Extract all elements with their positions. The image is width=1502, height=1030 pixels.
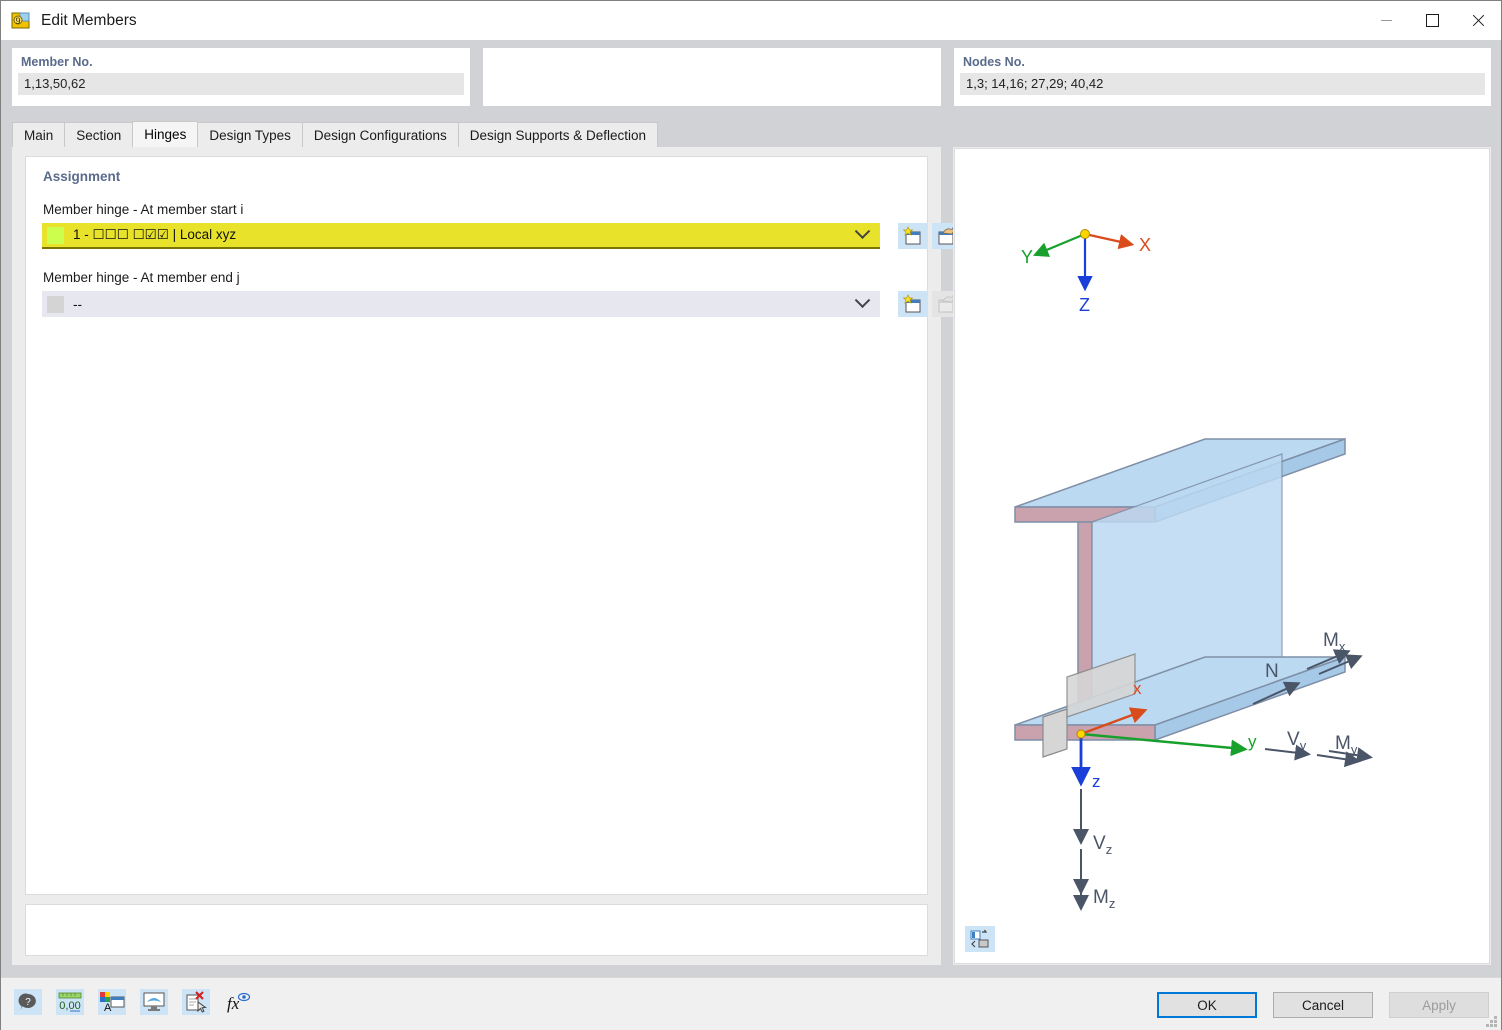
tab-design-types[interactable]: Design Types xyxy=(197,122,303,147)
member-hinge-end-combo[interactable]: -- xyxy=(42,291,880,317)
maximize-icon xyxy=(1425,14,1439,27)
maximize-button[interactable] xyxy=(1409,1,1455,40)
tab-design-configurations[interactable]: Design Configurations xyxy=(301,122,459,147)
svg-text:fx: fx xyxy=(227,994,240,1013)
hinge-end-color-swatch xyxy=(47,295,64,313)
member-hinge-start-combo[interactable]: 1 - ☐☐☐ ☐☑☑ | Local xyz xyxy=(42,222,880,249)
middle-label xyxy=(483,48,941,55)
tab-hinges[interactable]: Hinges xyxy=(132,121,199,147)
dialog-action-buttons: OK Cancel Apply xyxy=(1157,992,1489,1018)
window-controls xyxy=(1363,1,1501,40)
member-no-group: Member No. 1,13,50,62 xyxy=(12,48,470,106)
clear-selection-button[interactable] xyxy=(182,989,210,1015)
nodes-no-value[interactable]: 1,3; 14,16; 27,29; 40,42 xyxy=(960,73,1485,95)
member-hinge-start-label: Member hinge - At member start i xyxy=(43,202,244,217)
tab-strip: Main Section Hinges Design Types Design … xyxy=(12,121,659,147)
formula-button[interactable]: fx xyxy=(224,989,252,1015)
nodes-no-group: Nodes No. 1,3; 14,16; 27,29; 40,42 xyxy=(954,48,1491,106)
new-hinge-icon xyxy=(902,226,921,245)
formula-icon: fx xyxy=(227,992,251,1013)
section-graphic[interactable]: X Y Z x y z N Mx Vy My Vz Mz xyxy=(954,148,1490,964)
hinge-end-value: -- xyxy=(73,296,82,312)
member-hinge-end-label: Member hinge - At member end j xyxy=(43,270,240,285)
window-title: Edit Members xyxy=(41,11,137,29)
member-no-label: Member No. xyxy=(21,55,93,69)
svg-text:0,00: 0,00 xyxy=(59,1000,80,1012)
view-settings-button[interactable] xyxy=(140,989,168,1015)
member-no-value[interactable]: 1,13,50,62 xyxy=(18,73,464,95)
resize-grip[interactable] xyxy=(1486,1016,1498,1028)
minimize-icon xyxy=(1380,20,1392,21)
assignment-area: Assignment Member hinge - At member star… xyxy=(25,156,962,895)
display-properties-icon: A xyxy=(100,992,125,1013)
local-z-label: z xyxy=(1092,772,1101,791)
help-button[interactable]: ? xyxy=(14,989,42,1015)
number-format-icon: 0,00 xyxy=(58,992,82,1012)
edit-members-dialog: 9 Edit Members Member No. 1,13,50,62 Nod… xyxy=(0,0,1502,1030)
svg-text:?: ? xyxy=(25,997,31,1008)
cancel-button[interactable]: Cancel xyxy=(1273,992,1373,1018)
nodes-no-label: Nodes No. xyxy=(963,55,1025,69)
i-beam-section xyxy=(1014,437,1346,758)
local-x-label: x xyxy=(1133,679,1142,698)
close-button[interactable] xyxy=(1455,1,1501,40)
middle-group xyxy=(483,48,941,106)
global-axes-triad: X Y Z xyxy=(1021,229,1151,315)
new-hinge-icon xyxy=(902,294,921,313)
title-bar: 9 Edit Members xyxy=(1,1,1501,40)
notes-area[interactable] xyxy=(25,904,928,956)
new-hinge-end-button[interactable] xyxy=(898,291,928,317)
close-icon xyxy=(1471,14,1485,28)
tab-design-supports-deflection[interactable]: Design Supports & Deflection xyxy=(457,122,659,147)
rfem-app-icon: 9 xyxy=(11,11,31,31)
tab-section[interactable]: Section xyxy=(64,122,134,147)
display-properties-button[interactable]: A xyxy=(98,989,126,1015)
hinges-tab-panel: Assignment Member hinge - At member star… xyxy=(12,147,962,965)
graphic-canvas: X Y Z x y z N Mx Vy My Vz Mz xyxy=(1014,229,1373,911)
ok-button[interactable]: OK xyxy=(1157,992,1257,1018)
label-Vz: Vz xyxy=(1093,833,1112,857)
label-My: My xyxy=(1335,733,1358,757)
notes-text xyxy=(26,905,927,917)
clear-selection-icon xyxy=(186,991,207,1013)
global-y-label: Y xyxy=(1021,247,1033,267)
new-hinge-start-button[interactable] xyxy=(898,223,928,249)
label-N: N xyxy=(1265,661,1279,682)
label-Vy: Vy xyxy=(1287,729,1307,753)
render-mode-icon xyxy=(970,929,989,948)
hinge-start-color-swatch xyxy=(47,226,64,244)
render-mode-button[interactable] xyxy=(965,926,995,952)
apply-button: Apply xyxy=(1389,992,1489,1018)
hinge-start-value: 1 - ☐☐☐ ☐☑☑ | Local xyz xyxy=(73,227,237,242)
label-Mz: Mz xyxy=(1093,887,1115,911)
tab-main[interactable]: Main xyxy=(12,122,66,147)
chevron-down-icon xyxy=(854,222,871,239)
chevron-down-icon xyxy=(854,291,871,308)
dialog-footer: ? 0,00 A fx OK Cancel Apply xyxy=(1,977,1501,1030)
global-z-label: Z xyxy=(1079,295,1090,315)
view-settings-icon xyxy=(143,992,165,1011)
graphic-panel: X Y Z x y z N Mx Vy My Vz Mz xyxy=(953,147,1491,965)
svg-text:9: 9 xyxy=(15,16,20,26)
number-format-button[interactable]: 0,00 xyxy=(56,989,84,1015)
minimize-button[interactable] xyxy=(1363,1,1409,40)
local-y-label: y xyxy=(1248,732,1257,751)
global-x-label: X xyxy=(1139,235,1151,255)
footer-toolbar: ? 0,00 A fx xyxy=(14,989,252,1015)
label-Mx: Mx xyxy=(1323,630,1346,654)
help-icon: ? xyxy=(18,993,36,1010)
assignment-title: Assignment xyxy=(43,169,121,184)
